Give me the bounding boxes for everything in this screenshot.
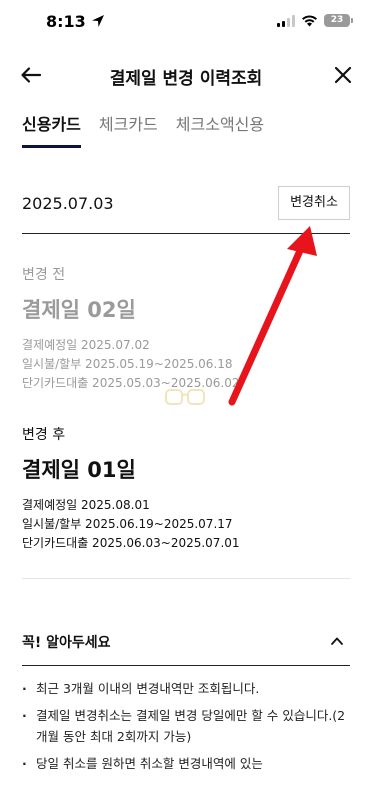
after-payment-day: 결제일 01일 [22,458,136,482]
before-installment-period: 일시불/할부 2025.05.19~2025.06.18 [22,357,233,371]
wifi-icon [302,14,317,26]
before-change-section: 변경 전 결제일 02일 결제예정일 2025.07.02 일시불/할부 202… [22,264,350,393]
change-date: 2025.07.03 [22,194,114,213]
after-short-term-loan-period: 단기카드대출 2025.06.03~2025.07.01 [22,536,240,550]
battery-icon: 23 [324,14,353,27]
before-scheduled-date: 결제예정일 2025.07.02 [22,338,150,352]
after-label: 변경 후 [22,427,66,443]
notice-title: 꼭! 알아두세요 [22,635,111,651]
after-change-section: 변경 후 결제일 01일 결제예정일 2025.08.01 일시불/할부 202… [22,424,350,553]
watermark-glasses-icon [165,389,205,405]
after-installment-period: 일시불/할부 2025.06.19~2025.07.17 [22,517,233,531]
card-type-tabs: 신용카드 체크카드 체크소액신용 [22,110,264,150]
notice-item: 최근 3개월 이내의 변경내역만 조회됩니다. [22,678,350,699]
status-indicators: 23 [277,14,353,27]
notice-accordion-header[interactable]: 꼭! 알아두세요 [22,622,350,666]
cancel-change-button[interactable]: 변경취소 [278,186,350,220]
before-label: 변경 전 [22,267,66,283]
top-nav: 결제일 변경 이력조회 [0,52,372,98]
tab-check-card[interactable]: 체크카드 [99,110,158,148]
notice-item: 결제일 변경취소는 결제일 변경 당일에만 할 수 있습니다.(2개월 동안 최… [22,705,350,747]
after-details: 결제예정일 2025.08.01 일시불/할부 2025.06.19~2025.… [22,496,350,553]
chevron-up-icon[interactable] [330,634,344,648]
tab-credit-card[interactable]: 신용카드 [22,110,81,148]
page-title: 결제일 변경 이력조회 [109,69,263,89]
notice-list: 최근 3개월 이내의 변경내역만 조회됩니다. 결제일 변경취소는 결제일 변경… [22,678,350,780]
location-arrow-icon [92,15,104,27]
before-payment-day: 결제일 02일 [22,298,136,322]
change-record-row: 2025.07.03 변경취소 [22,182,350,234]
status-bar: 8:13 23 [0,0,372,44]
tab-check-micro-credit[interactable]: 체크소액신용 [176,110,264,148]
close-icon[interactable] [330,62,356,88]
signal-icon [277,14,295,27]
notice-item: 당일 취소를 원하면 취소할 변경내역에 있는 [22,753,350,774]
after-scheduled-date: 결제예정일 2025.08.01 [22,498,150,512]
status-time: 8:13 [46,12,86,31]
section-divider [22,578,350,579]
